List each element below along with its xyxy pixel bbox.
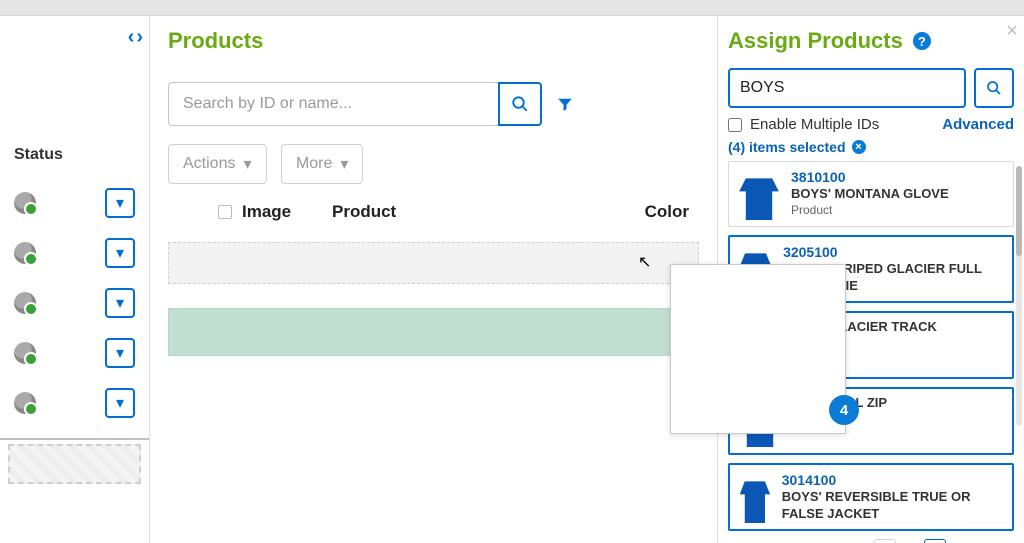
products-title: Products xyxy=(168,28,699,54)
filter-icon[interactable] xyxy=(556,95,574,113)
existing-row-highlight[interactable] xyxy=(168,308,699,356)
products-toolbar: Actions ▾ More ▾ xyxy=(168,144,699,184)
status-heading: Status xyxy=(0,146,149,164)
enable-multiple-label: Enable Multiple IDs xyxy=(750,116,879,133)
items-selected-line: (4) items selected × xyxy=(728,139,1014,155)
chevron-down-icon: ▾ xyxy=(340,154,348,174)
panel-prev-icon[interactable]: ‹ xyxy=(128,26,135,49)
product-id: 3205100 xyxy=(783,243,1004,261)
status-row: ▾ xyxy=(0,278,149,328)
status-row: ▾ xyxy=(0,178,149,228)
status-divider xyxy=(0,438,149,440)
status-row: ▾ xyxy=(0,328,149,378)
assign-search-button[interactable] xyxy=(974,68,1014,108)
drag-count-badge: 4 xyxy=(829,395,859,425)
pager-prev-button: ‹ xyxy=(874,539,896,543)
status-dropdown-button[interactable]: ▾ xyxy=(105,338,135,368)
product-name: BOYS' MONTANA GLOVE xyxy=(791,186,949,203)
status-placeholder-row xyxy=(8,444,141,484)
product-type: Product xyxy=(791,203,949,219)
assign-options-row: Enable Multiple IDs Advanced xyxy=(728,116,1014,133)
products-panel: Products Actions ▾ More ▾ Image Product Co… xyxy=(150,16,718,543)
scrollbar-thumb[interactable] xyxy=(1016,166,1022,256)
more-dropdown[interactable]: More ▾ xyxy=(281,144,363,184)
product-meta: 3810100BOYS' MONTANA GLOVEProduct xyxy=(791,168,949,220)
status-dropdown-button[interactable]: ▾ xyxy=(105,288,135,318)
products-search-input[interactable] xyxy=(168,82,498,126)
status-row: ▾ xyxy=(0,228,149,278)
help-icon[interactable]: ? xyxy=(913,32,931,50)
product-name: BOYS' REVERSIBLE TRUE OR FALSE JACKET xyxy=(782,489,1004,523)
assign-search-input[interactable] xyxy=(728,68,966,108)
chevron-down-icon: ▾ xyxy=(243,154,251,174)
product-meta: 3014100BOYS' REVERSIBLE TRUE OR FALSE JA… xyxy=(782,471,1004,523)
close-icon[interactable]: × xyxy=(1006,20,1018,43)
product-thumb xyxy=(738,471,772,523)
panel-next-icon[interactable]: › xyxy=(136,26,143,49)
items-selected-text: (4) items selected xyxy=(728,139,846,155)
search-icon xyxy=(511,95,529,113)
product-card[interactable]: 3810100BOYS' MONTANA GLOVEProduct xyxy=(728,161,1014,227)
product-id: 3014100 xyxy=(782,471,1004,489)
enable-multiple-checkbox[interactable] xyxy=(728,118,742,132)
globe-icon xyxy=(14,392,36,414)
col-image: Image xyxy=(242,202,332,222)
pager-next-button[interactable]: › xyxy=(924,539,946,543)
search-icon xyxy=(986,80,1002,96)
product-id: 3810100 xyxy=(791,168,949,186)
main-layout: ‹ › Status ▾ ▾ ▾ ▾ ▾ Products Actions ▾ More ▾ xyxy=(0,16,1024,543)
drop-target-row[interactable]: ✔ xyxy=(168,242,699,284)
product-card[interactable]: 3014100BOYS' REVERSIBLE TRUE OR FALSE JA… xyxy=(728,463,1014,531)
drag-ghost: 4 xyxy=(670,264,846,434)
top-bar xyxy=(0,0,1024,16)
status-row: ▾ xyxy=(0,378,149,428)
globe-icon xyxy=(14,242,36,264)
select-all-checkbox[interactable] xyxy=(218,205,232,219)
assign-title: Assign Products xyxy=(728,28,903,54)
assign-header: Assign Products ? xyxy=(728,28,1014,54)
actions-label: Actions xyxy=(183,155,235,173)
products-search-row xyxy=(168,82,699,126)
clear-selection-icon[interactable]: × xyxy=(852,140,866,154)
more-label: More xyxy=(296,155,332,173)
col-product: Product xyxy=(332,202,629,222)
enable-multiple-ids[interactable]: Enable Multiple IDs xyxy=(728,116,879,133)
assign-scrollbar[interactable] xyxy=(1016,166,1022,426)
status-dropdown-button[interactable]: ▾ xyxy=(105,238,135,268)
globe-icon xyxy=(14,292,36,314)
status-dropdown-button[interactable]: ▾ xyxy=(105,388,135,418)
pager: 1-25 of 63 ‹ 1 › xyxy=(728,539,1014,543)
products-table-header: Image Product Color xyxy=(168,184,699,236)
globe-icon xyxy=(14,342,36,364)
col-color: Color xyxy=(629,202,689,222)
products-search-button[interactable] xyxy=(498,82,542,126)
panel-nav: ‹ › xyxy=(128,26,143,49)
product-thumb xyxy=(737,168,781,220)
actions-dropdown[interactable]: Actions ▾ xyxy=(168,144,267,184)
assign-search-row xyxy=(728,68,1014,108)
advanced-link[interactable]: Advanced xyxy=(942,116,1014,133)
products-search-box xyxy=(168,82,542,126)
globe-icon xyxy=(14,192,36,214)
mouse-cursor-icon: ↖ xyxy=(638,252,651,272)
left-panel: ‹ › Status ▾ ▾ ▾ ▾ ▾ xyxy=(0,16,150,543)
status-dropdown-button[interactable]: ▾ xyxy=(105,188,135,218)
